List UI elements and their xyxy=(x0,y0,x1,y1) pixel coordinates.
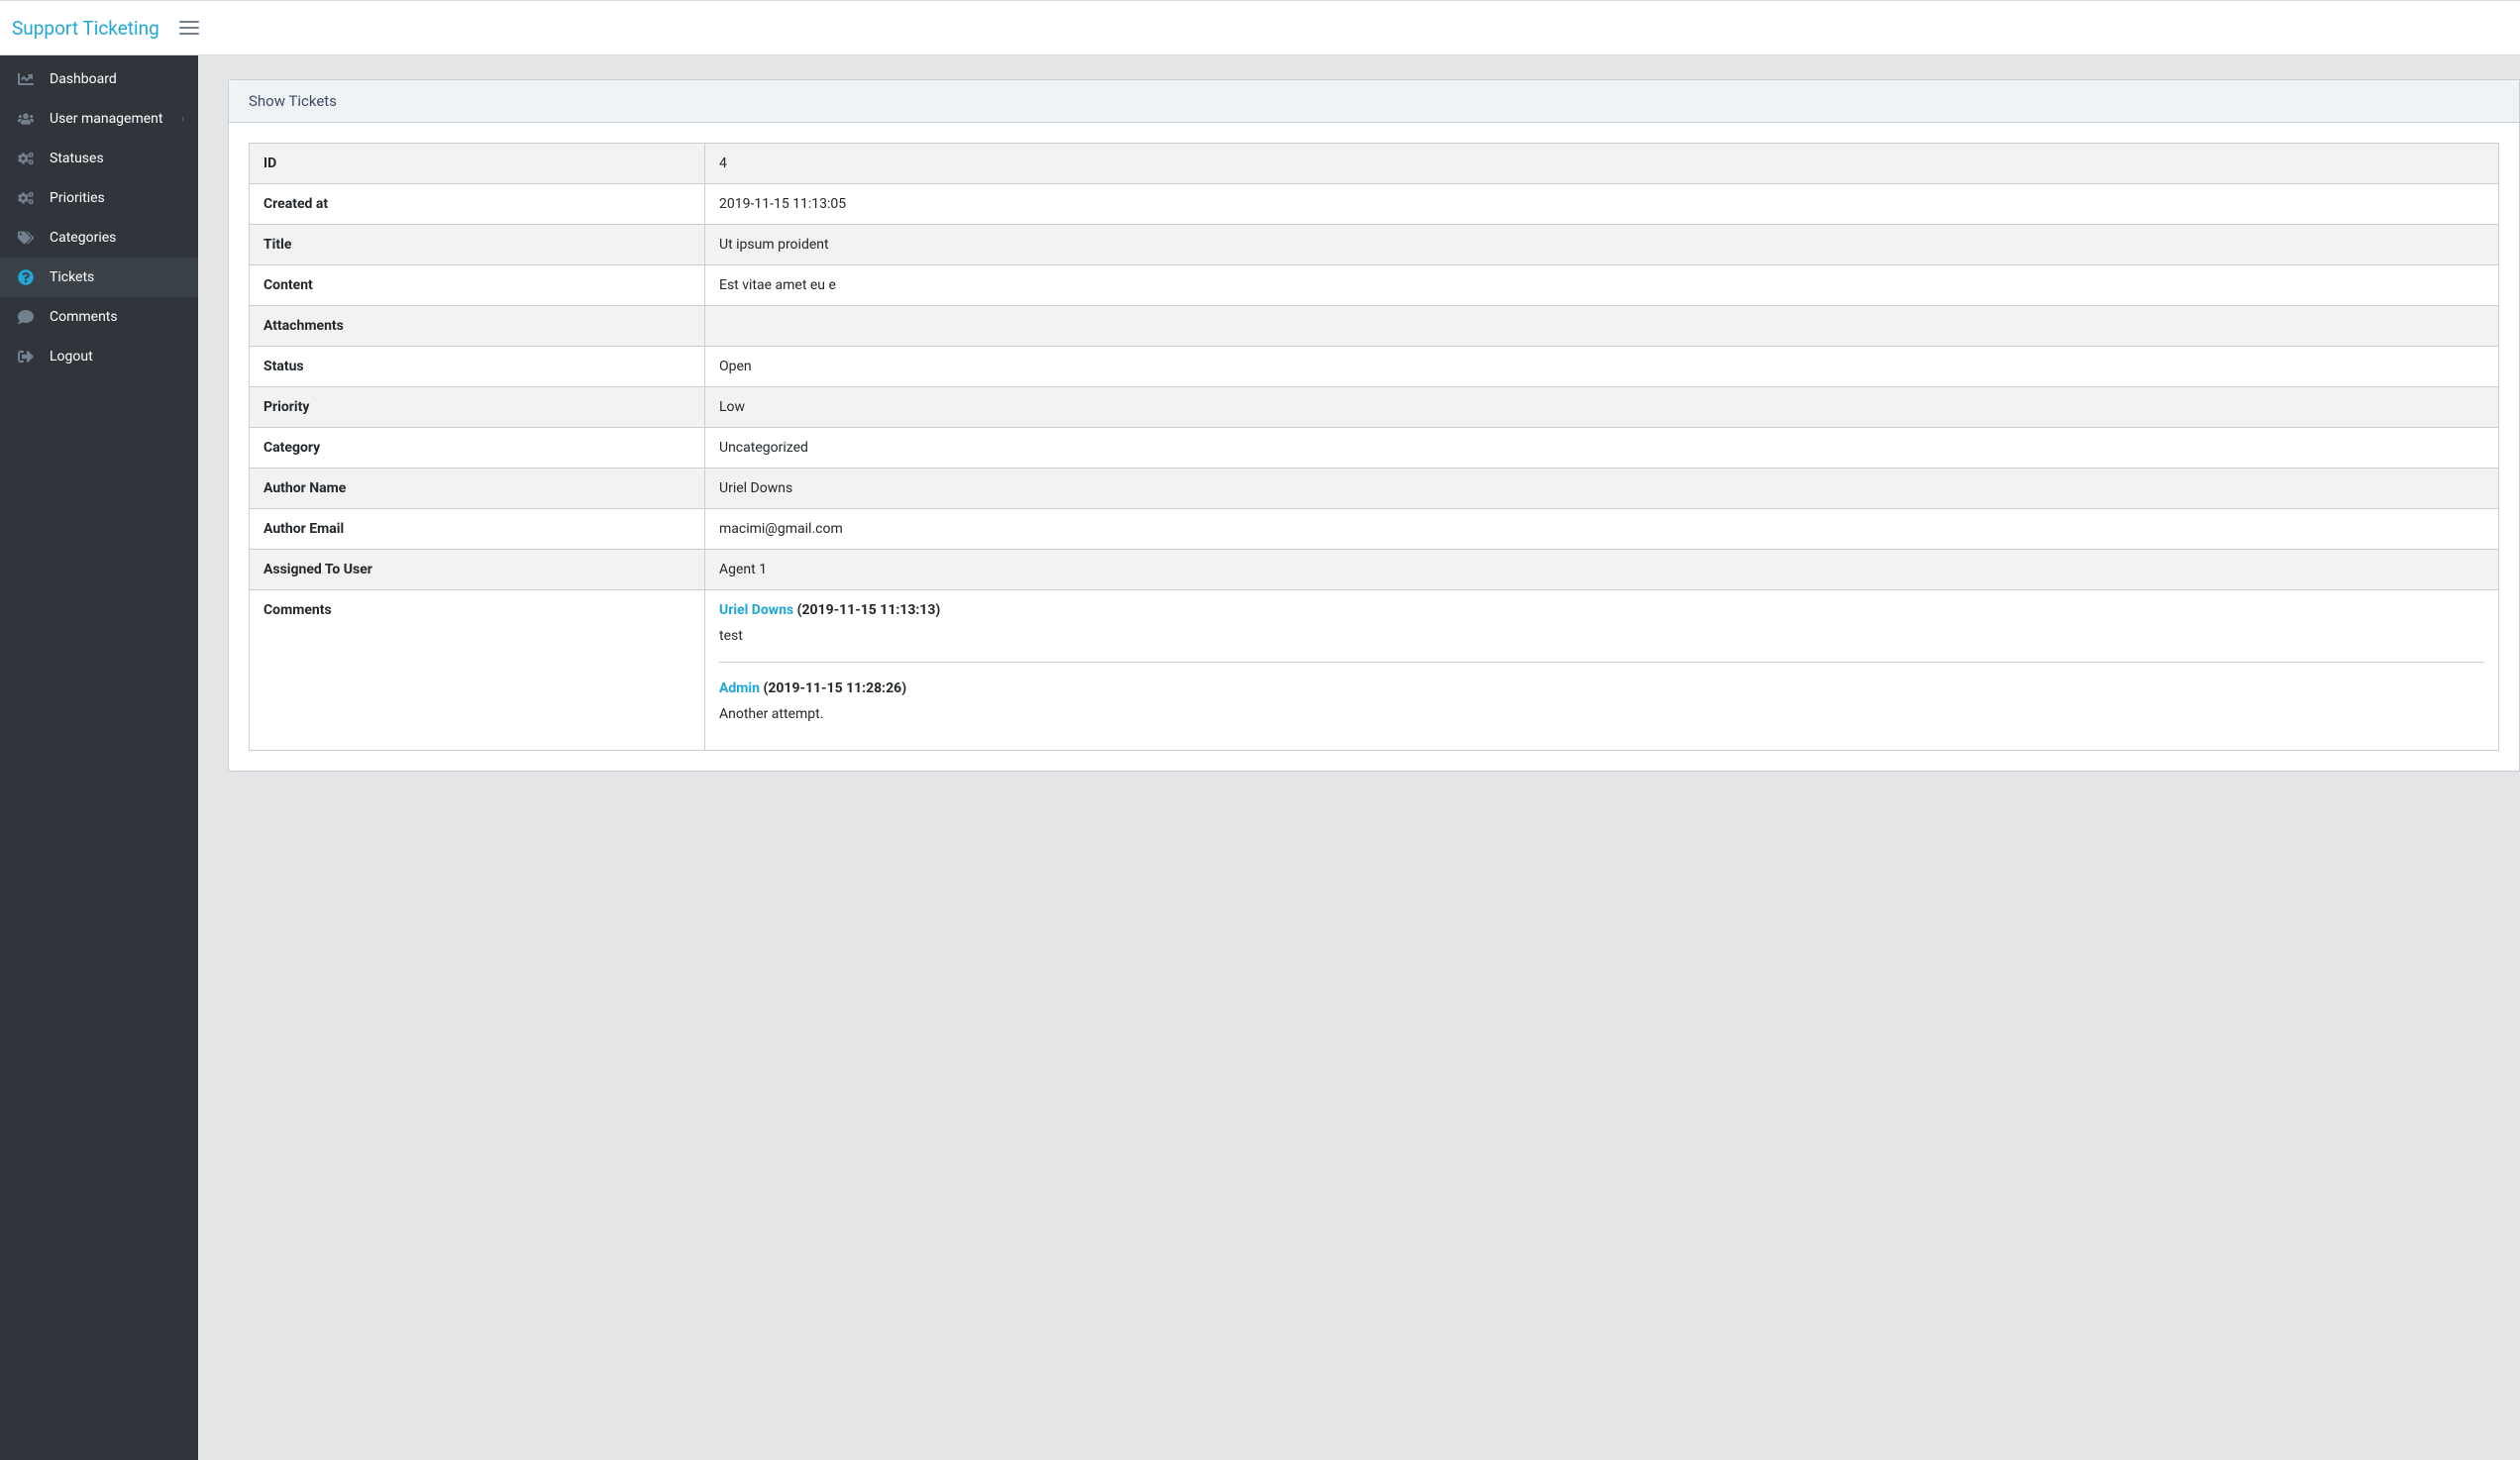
tags-icon xyxy=(16,230,36,246)
row-author-email: Author Email macimi@gmail.com xyxy=(250,509,2499,550)
value-author-name: Uriel Downs xyxy=(705,469,2499,509)
sidebar-item-tickets[interactable]: Tickets xyxy=(0,258,198,297)
label-comments: Comments xyxy=(250,590,705,751)
row-id: ID 4 xyxy=(250,144,2499,184)
row-content: Content Est vitae amet eu e xyxy=(250,265,2499,306)
value-status: Open xyxy=(705,347,2499,387)
sidebar-item-priorities[interactable]: Priorities xyxy=(0,178,198,218)
cogs-icon xyxy=(16,190,36,206)
cogs-icon xyxy=(16,151,36,166)
value-comments: Uriel Downs (2019-11-15 11:13:13) test Adm… xyxy=(705,590,2499,751)
sidebar-item-logout[interactable]: Logout xyxy=(0,337,198,376)
label-priority: Priority xyxy=(250,387,705,428)
sidebar-item-statuses[interactable]: Statuses xyxy=(0,139,198,178)
value-attachments xyxy=(705,306,2499,347)
sidebar-item-label: Logout xyxy=(50,349,93,365)
comment-author-link[interactable]: Uriel Downs xyxy=(719,602,793,618)
value-priority: Low xyxy=(705,387,2499,428)
users-icon xyxy=(16,111,36,127)
ticket-details-table: ID 4 Created at 2019-11-15 11:13:05 Titl… xyxy=(249,143,2499,751)
sidebar-item-categories[interactable]: Categories xyxy=(0,218,198,258)
comment: Admin (2019-11-15 11:28:26) Another attem… xyxy=(719,680,2484,722)
sidebar-item-label: User management xyxy=(50,111,162,127)
comment-body: test xyxy=(719,628,2484,644)
label-created-at: Created at xyxy=(250,184,705,225)
comment-timestamp: (2019-11-15 11:28:26) xyxy=(760,680,906,696)
comment-timestamp: (2019-11-15 11:13:13) xyxy=(793,602,940,618)
menu-toggle-icon[interactable] xyxy=(179,16,203,40)
card-header: Show Tickets xyxy=(229,80,2519,123)
sidebar-item-label: Comments xyxy=(50,309,118,325)
row-assigned-to: Assigned To User Agent 1 xyxy=(250,550,2499,590)
label-title: Title xyxy=(250,225,705,265)
logout-icon xyxy=(16,349,36,365)
label-content: Content xyxy=(250,265,705,306)
row-category: Category Uncategorized xyxy=(250,428,2499,469)
comment-header: Admin (2019-11-15 11:28:26) xyxy=(719,680,2484,696)
chevron-left-icon: ‹ xyxy=(181,114,184,125)
row-title: Title Ut ipsum proident xyxy=(250,225,2499,265)
label-status: Status xyxy=(250,347,705,387)
dashboard-icon xyxy=(16,71,36,87)
comment: Uriel Downs (2019-11-15 11:13:13) test xyxy=(719,602,2484,644)
row-author-name: Author Name Uriel Downs xyxy=(250,469,2499,509)
value-assigned-to: Agent 1 xyxy=(705,550,2499,590)
sidebar-item-user-management[interactable]: User management ‹ xyxy=(0,99,198,139)
sidebar-item-comments[interactable]: Comments xyxy=(0,297,198,337)
sidebar-item-label: Statuses xyxy=(50,151,104,166)
card-body: ID 4 Created at 2019-11-15 11:13:05 Titl… xyxy=(229,123,2519,771)
value-id: 4 xyxy=(705,144,2499,184)
comment-body: Another attempt. xyxy=(719,706,2484,722)
label-attachments: Attachments xyxy=(250,306,705,347)
value-category: Uncategorized xyxy=(705,428,2499,469)
question-icon xyxy=(16,269,36,285)
sidebar: Dashboard User management ‹ Statuses Priorit… xyxy=(0,55,198,1460)
value-title: Ut ipsum proident xyxy=(705,225,2499,265)
brand-link[interactable]: Support Ticketing xyxy=(12,17,159,40)
row-comments: Comments Uriel Downs (2019-11-15 11:13:1… xyxy=(250,590,2499,751)
comment-header: Uriel Downs (2019-11-15 11:13:13) xyxy=(719,602,2484,618)
row-attachments: Attachments xyxy=(250,306,2499,347)
sidebar-item-label: Tickets xyxy=(50,269,94,285)
value-author-email: macimi@gmail.com xyxy=(705,509,2499,550)
comment-author-link[interactable]: Admin xyxy=(719,680,760,696)
topbar: Support Ticketing xyxy=(0,0,2520,55)
sidebar-item-label: Dashboard xyxy=(50,71,117,87)
label-category: Category xyxy=(250,428,705,469)
label-author-name: Author Name xyxy=(250,469,705,509)
label-assigned-to: Assigned To User xyxy=(250,550,705,590)
label-id: ID xyxy=(250,144,705,184)
ticket-card: Show Tickets ID 4 Created at 2019-11-15 … xyxy=(228,79,2520,772)
value-content: Est vitae amet eu e xyxy=(705,265,2499,306)
label-author-email: Author Email xyxy=(250,509,705,550)
row-status: Status Open xyxy=(250,347,2499,387)
comment-separator xyxy=(719,662,2484,663)
sidebar-item-label: Categories xyxy=(50,230,116,246)
sidebar-item-label: Priorities xyxy=(50,190,105,206)
sidebar-item-dashboard[interactable]: Dashboard xyxy=(0,59,198,99)
row-priority: Priority Low xyxy=(250,387,2499,428)
comment-icon xyxy=(16,309,36,325)
main-content: Show Tickets ID 4 Created at 2019-11-15 … xyxy=(198,55,2520,1460)
row-created-at: Created at 2019-11-15 11:13:05 xyxy=(250,184,2499,225)
value-created-at: 2019-11-15 11:13:05 xyxy=(705,184,2499,225)
